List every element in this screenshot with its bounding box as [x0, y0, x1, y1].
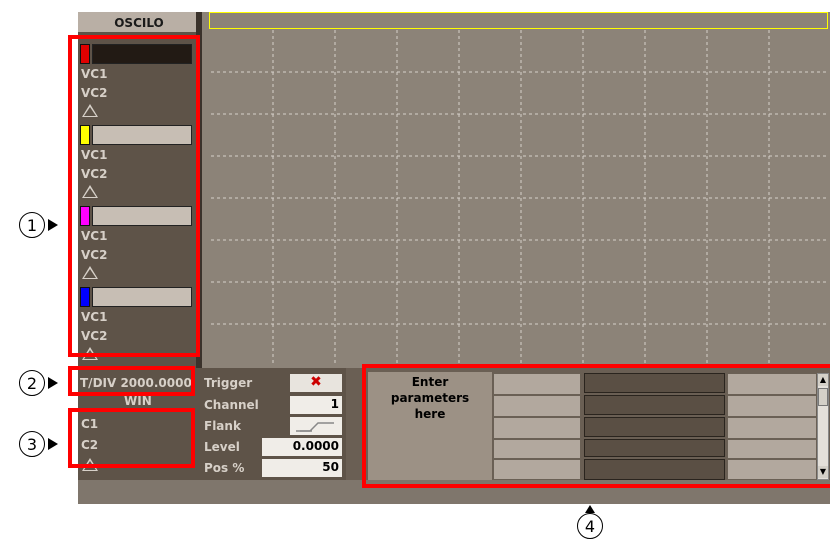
- callout-4: 4: [577, 513, 603, 539]
- flank-selector[interactable]: [290, 417, 342, 435]
- scope-grid-lines: [211, 30, 828, 364]
- arrow-2-icon: [48, 377, 58, 389]
- scope-grid: [211, 30, 828, 364]
- trace-label-box: [209, 12, 828, 29]
- trigger-toggle[interactable]: ✖: [290, 374, 342, 392]
- callout-3: 3: [19, 431, 45, 457]
- highlight-channels: [68, 35, 200, 357]
- highlight-params: [362, 364, 830, 488]
- level-label: Level: [204, 440, 240, 454]
- trigger-label: Trigger: [204, 376, 253, 390]
- arrow-3-icon: [48, 438, 58, 450]
- channel-field[interactable]: 1: [290, 396, 342, 414]
- oscilo-header: OSCILO: [78, 12, 200, 32]
- level-field[interactable]: 0.0000: [262, 438, 342, 456]
- arrow-4-icon: [585, 505, 595, 513]
- highlight-win: [68, 408, 195, 468]
- oscilo-title: OSCILO: [114, 16, 164, 30]
- rising-edge-icon: [296, 422, 334, 432]
- pos-field[interactable]: 50: [262, 459, 342, 477]
- highlight-timebase: [68, 366, 195, 396]
- arrow-1-icon: [48, 219, 58, 231]
- close-icon: ✖: [310, 374, 322, 390]
- callout-2: 2: [19, 370, 45, 396]
- callout-1: 1: [19, 212, 45, 238]
- pos-label: Pos %: [204, 461, 245, 475]
- win-label: WIN: [124, 394, 152, 408]
- flank-label: Flank: [204, 419, 241, 433]
- channel-label: Channel: [204, 398, 259, 412]
